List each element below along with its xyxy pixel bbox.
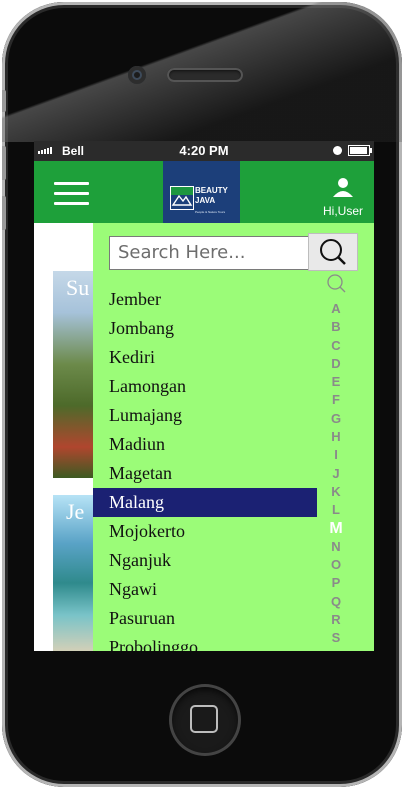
mute-switch xyxy=(2,90,6,112)
city-list: Jember Jombang Kediri Lamongan Lumajang Madiu… xyxy=(93,285,317,651)
city-item[interactable]: Magetan xyxy=(93,459,317,488)
index-search-icon[interactable] xyxy=(325,273,347,295)
city-item[interactable]: Madiun xyxy=(93,430,317,459)
status-time: 4:20 PM xyxy=(179,143,229,158)
index-letter[interactable]: D xyxy=(325,355,347,373)
index-letter[interactable]: I xyxy=(325,446,347,464)
index-letter[interactable]: M xyxy=(325,520,347,538)
city-item[interactable]: Jombang xyxy=(93,314,317,343)
status-bar: Bell 4:20 PM xyxy=(34,141,374,161)
search-input[interactable] xyxy=(110,237,318,267)
app-logo[interactable]: BEAUTY JAVA People & Nature Tours xyxy=(163,161,240,223)
battery-icon xyxy=(348,145,372,156)
front-camera xyxy=(128,66,146,84)
index-letter[interactable]: H xyxy=(325,428,347,446)
earpiece-speaker xyxy=(167,68,243,82)
index-letter[interactable]: O xyxy=(325,556,347,574)
index-letter[interactable]: R xyxy=(325,611,347,629)
city-item[interactable]: Mojokerto xyxy=(93,517,317,546)
user-label: Hi,User xyxy=(322,204,363,218)
volume-up-button xyxy=(2,146,6,180)
index-letter[interactable]: Q xyxy=(325,593,347,611)
city-item[interactable]: Jember xyxy=(93,285,317,314)
search-button[interactable] xyxy=(308,233,358,271)
index-letter[interactable]: S xyxy=(325,629,347,647)
mountain-logo-icon xyxy=(170,186,194,210)
card-title: Su xyxy=(66,275,90,300)
logo-tagline: People & Nature Tours xyxy=(195,210,226,214)
index-letter[interactable]: A xyxy=(325,300,347,318)
index-letter[interactable]: B xyxy=(325,318,347,336)
index-letter[interactable]: C xyxy=(325,337,347,355)
index-letter[interactable]: P xyxy=(325,574,347,592)
index-letter[interactable]: J xyxy=(325,465,347,483)
index-letter[interactable]: N xyxy=(325,538,347,556)
alphabet-index: ABCDEFGHIJKLMNOPQRS xyxy=(325,273,347,648)
index-letter[interactable]: L xyxy=(325,501,347,519)
logo-title: BEAUTY JAVA xyxy=(195,186,228,206)
home-square-icon xyxy=(190,705,218,733)
city-item[interactable]: Lamongan xyxy=(93,372,317,401)
logo-title-line-2: JAVA xyxy=(195,196,216,205)
rotation-lock-icon xyxy=(333,146,342,155)
city-item[interactable]: Probolinggo xyxy=(93,633,317,651)
city-search-panel: JemberJombangKediriLamonganLumajangMadiu… xyxy=(93,223,374,651)
menu-icon[interactable] xyxy=(54,182,89,206)
device-screen: Bell 4:20 PM BEAUTY JAVA People & Nature… xyxy=(34,141,374,651)
home-button[interactable] xyxy=(169,684,241,756)
volume-down-button xyxy=(2,196,6,230)
index-letter[interactable]: E xyxy=(325,373,347,391)
user-icon xyxy=(333,178,353,197)
card-title: Je xyxy=(66,499,85,524)
city-item[interactable]: Ngawi xyxy=(93,575,317,604)
city-item[interactable]: Kediri xyxy=(93,343,317,372)
user-profile-button[interactable]: Hi,User xyxy=(320,177,366,218)
search-icon xyxy=(320,239,346,265)
city-item[interactable]: Pasuruan xyxy=(93,604,317,633)
city-item[interactable]: Nganjuk xyxy=(93,546,317,575)
app-bar: BEAUTY JAVA People & Nature Tours Hi,Use… xyxy=(34,161,374,223)
search-field[interactable] xyxy=(109,236,318,270)
index-letter[interactable]: F xyxy=(325,391,347,409)
logo-title-line-1: BEAUTY xyxy=(195,186,228,195)
city-item[interactable]: Malang xyxy=(93,488,317,517)
city-item[interactable]: Lumajang xyxy=(93,401,317,430)
index-letter[interactable]: G xyxy=(325,410,347,428)
index-letter[interactable]: K xyxy=(325,483,347,501)
